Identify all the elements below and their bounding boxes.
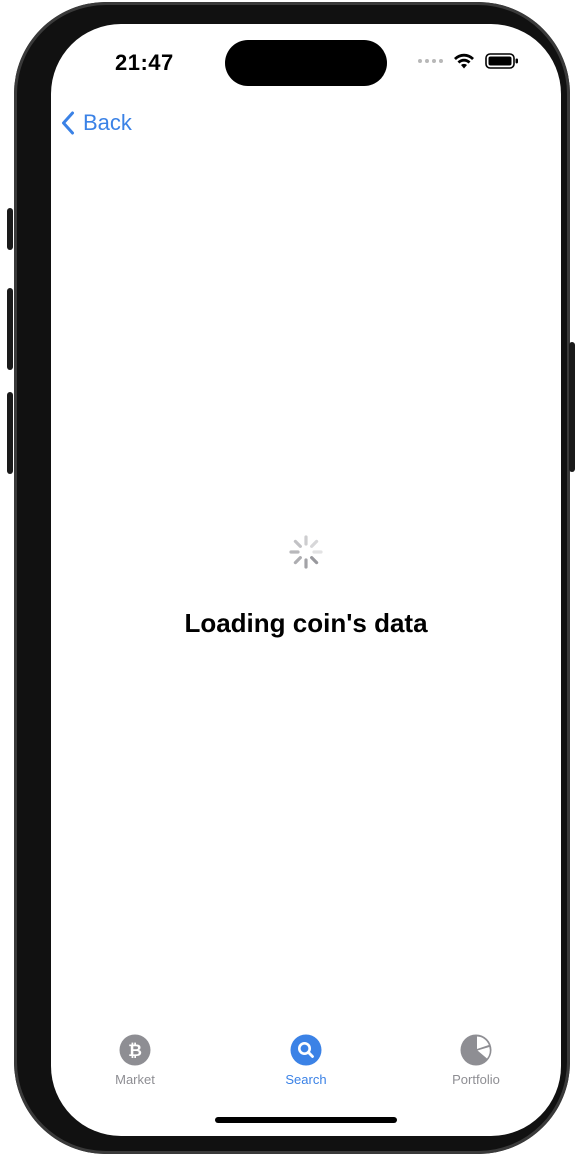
- volume-up-button: [7, 288, 13, 370]
- activity-spinner-icon: [289, 535, 323, 569]
- action-button: [7, 208, 13, 250]
- bitcoin-icon: ₿: [119, 1034, 151, 1066]
- dynamic-island: [225, 40, 387, 86]
- spinner-spoke: [310, 539, 319, 548]
- tab-search-label: Search: [285, 1072, 327, 1087]
- home-indicator[interactable]: [215, 1117, 397, 1123]
- signal-dots-icon: [418, 58, 443, 63]
- status-icons: [418, 52, 519, 69]
- pie-chart-icon: [460, 1034, 492, 1066]
- phone-frame: 21:47 Back Loading coin's data ₿ Market …: [7, 2, 575, 1154]
- tab-market[interactable]: ₿ Market: [80, 1034, 190, 1087]
- spinner-spoke: [293, 556, 302, 565]
- search-icon: [290, 1034, 322, 1066]
- back-button[interactable]: Back: [61, 110, 132, 136]
- tab-bar: ₿ Market Search Portfolio: [51, 1034, 561, 1104]
- power-button: [569, 342, 575, 472]
- spinner-spoke: [293, 539, 302, 548]
- status-time: 21:47: [115, 50, 174, 75]
- wifi-icon: [454, 53, 474, 69]
- loading-container: Loading coin's data: [51, 532, 561, 639]
- svg-text:₿: ₿: [128, 1041, 142, 1061]
- volume-down-button: [7, 392, 13, 474]
- loading-text: Loading coin's data: [184, 608, 428, 638]
- battery-icon: [485, 52, 518, 69]
- tab-search[interactable]: Search: [251, 1034, 361, 1087]
- back-label: Back: [83, 110, 132, 135]
- spinner-spoke: [310, 556, 319, 565]
- tab-portfolio[interactable]: Portfolio: [421, 1034, 531, 1087]
- tab-market-label: Market: [115, 1072, 155, 1087]
- tab-portfolio-label: Portfolio: [452, 1072, 500, 1087]
- screen: 21:47 Back Loading coin's data ₿ Market …: [51, 24, 561, 1136]
- chevron-left-icon: [62, 111, 74, 135]
